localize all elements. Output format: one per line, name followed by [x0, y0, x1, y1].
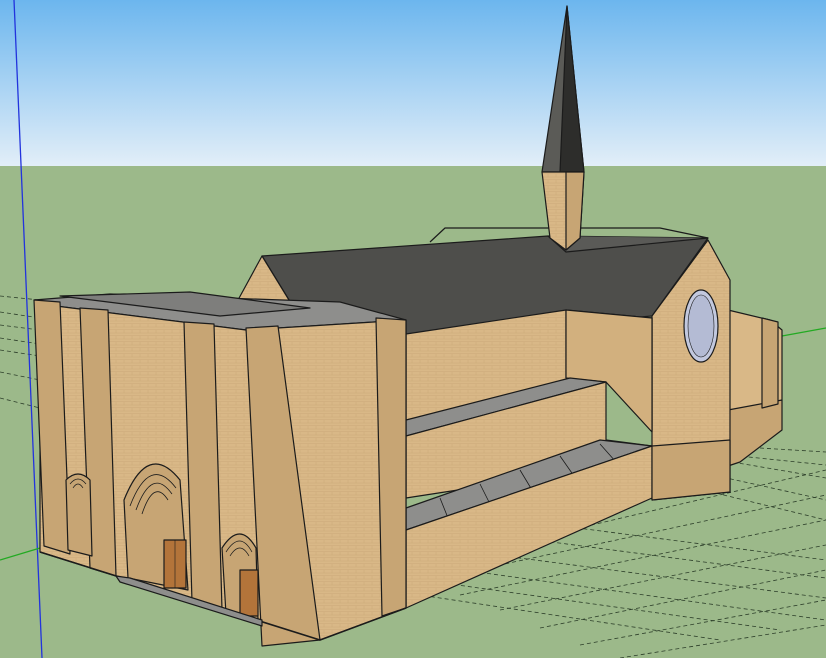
portal-left-arch[interactable]	[65, 473, 93, 557]
sky	[0, 0, 826, 166]
portal-right-door[interactable]	[239, 569, 259, 617]
apse-turret	[761, 317, 779, 409]
sketchup-3d-viewport[interactable]	[0, 0, 826, 658]
cathedral-model-scene[interactable]	[0, 0, 826, 658]
transept-lower-block[interactable]	[651, 439, 731, 501]
rose-window-inner	[687, 294, 715, 358]
facade-side-buttress	[375, 317, 407, 617]
